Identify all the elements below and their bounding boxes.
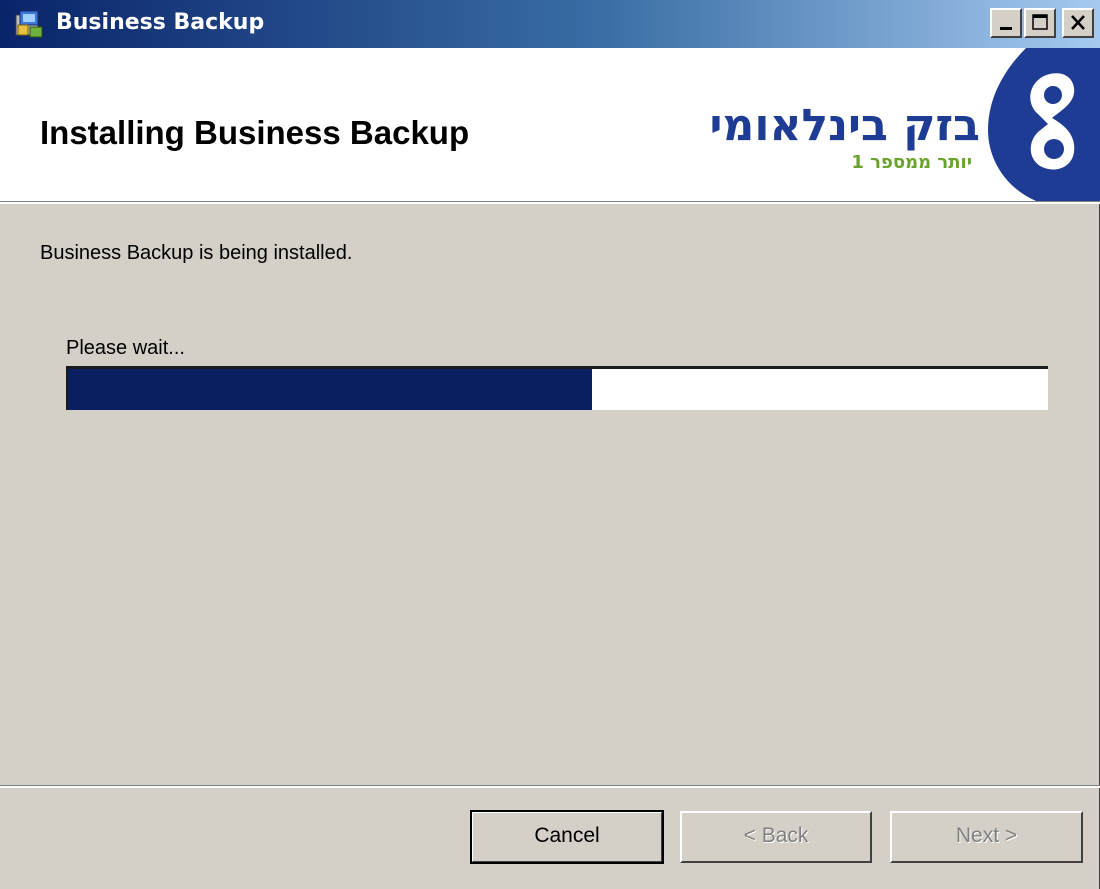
header-divider <box>0 201 1100 204</box>
window-title: Business Backup <box>56 10 265 35</box>
maximize-icon <box>1032 14 1048 30</box>
wait-label: Please wait... <box>66 337 185 359</box>
maximize-button[interactable] <box>1024 8 1056 38</box>
minimize-icon <box>1000 27 1012 30</box>
installer-package-icon <box>14 9 46 39</box>
bezeq-international-logo: בזק בינלאומי יותר ממספר 1 <box>710 48 1100 201</box>
logo-tagline: יותר ממספר 1 <box>851 152 972 173</box>
progress-fill <box>68 369 593 410</box>
next-button[interactable]: Next > <box>890 811 1083 863</box>
back-button[interactable]: < Back <box>680 811 872 863</box>
header-banner: Installing Business Backup בזק בינלאומי … <box>0 48 1100 201</box>
page-title: Installing Business Backup <box>40 114 470 151</box>
installer-window: Business Backup Installing Business Back… <box>0 0 1100 889</box>
install-progress-bar <box>66 366 1048 410</box>
cancel-button[interactable]: Cancel <box>470 810 664 864</box>
footer-divider <box>0 785 1100 788</box>
close-icon <box>1071 15 1085 30</box>
logo-8-mark-icon <box>988 48 1100 201</box>
status-text: Business Backup is being installed. <box>40 242 353 264</box>
close-button[interactable] <box>1062 8 1094 38</box>
minimize-button[interactable] <box>990 8 1022 38</box>
logo-name: בזק בינלאומי <box>709 100 980 151</box>
title-bar[interactable]: Business Backup <box>0 0 1100 48</box>
